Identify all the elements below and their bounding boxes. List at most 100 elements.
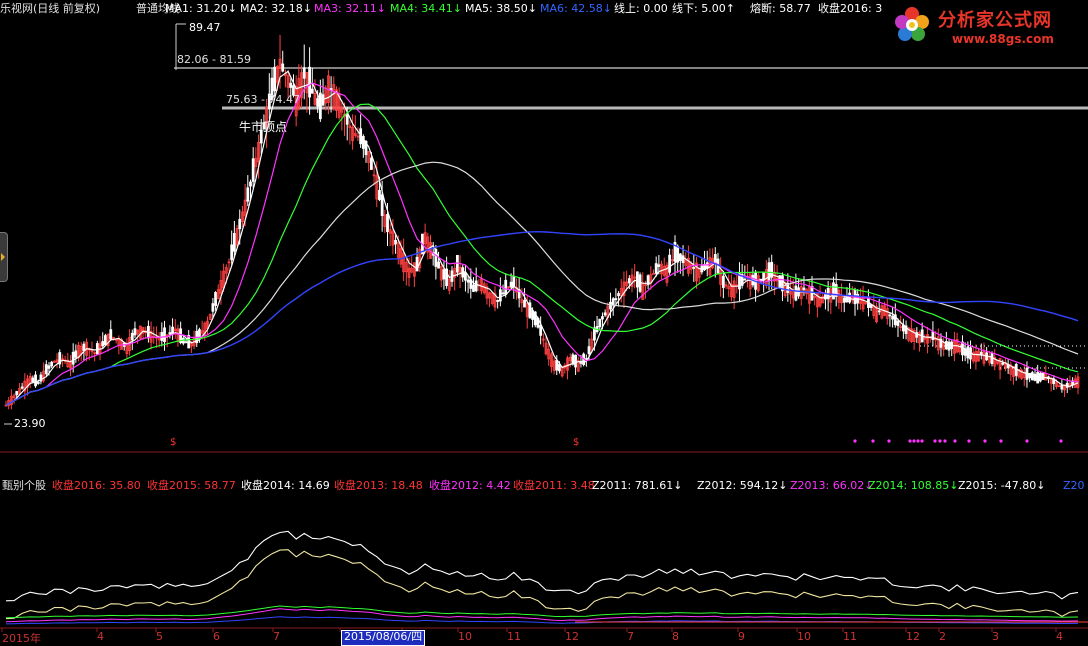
candle-body <box>464 272 467 281</box>
candle-body <box>246 187 250 202</box>
signal-dot <box>853 439 857 443</box>
header-item: MA4: 34.41↓ <box>390 2 462 15</box>
indicator-header-item: 收盘2016: 35.80 <box>52 479 141 492</box>
x-axis-tick-label: 5 <box>156 630 163 643</box>
candle-body <box>944 341 948 350</box>
indicator-header-item: 收盘2012: 4.42 <box>429 479 511 492</box>
candle-body <box>794 285 798 301</box>
candle-body <box>627 278 631 284</box>
candle-body <box>474 280 478 292</box>
signal-dot <box>938 439 942 443</box>
candle-body <box>743 278 747 281</box>
candle-body <box>1001 362 1005 365</box>
indicator-line-green <box>5 605 1079 619</box>
signal-dot <box>933 439 937 443</box>
candle-body <box>609 301 612 310</box>
candle-body <box>842 297 846 303</box>
header-item: 乐视网(日线 前复权) <box>0 2 101 15</box>
candle-body <box>963 348 967 356</box>
candle-body <box>133 328 137 336</box>
site-logo: 分析家公式网 www.88gs.com <box>886 0 1088 54</box>
candle-body <box>36 382 40 384</box>
signal-dot <box>871 439 875 443</box>
candle-body <box>163 327 166 343</box>
candle-body <box>214 292 217 306</box>
x-axis-tick-label: 8 <box>672 630 679 643</box>
ma4-line <box>5 103 1079 406</box>
indicator-header-item: Z20 <box>1063 479 1085 492</box>
candle-body <box>498 289 502 302</box>
indicator-header-item: 收盘2011: 3.48 <box>513 479 595 492</box>
candle-body <box>34 374 37 387</box>
expand-panel-tab[interactable] <box>0 232 8 282</box>
x-axis-tick-label: 2015年 <box>2 632 41 645</box>
header-item: MA3: 32.11↓ <box>314 2 386 15</box>
header-item: 线下: 5.00↑ <box>672 2 735 15</box>
ma6-line <box>5 230 1079 406</box>
price-chart-canvas[interactable] <box>0 0 1088 645</box>
candle-body <box>762 272 766 281</box>
signal-dot <box>1059 439 1063 443</box>
candle-body <box>394 239 397 245</box>
candle-body <box>345 114 349 125</box>
indicator-header-item: Z2011: 781.61↓ <box>592 479 683 492</box>
candle-body <box>47 365 51 369</box>
candle-body <box>380 194 384 216</box>
candle-body <box>378 189 381 201</box>
candle-body <box>598 318 602 328</box>
candle-body <box>442 269 446 280</box>
logo-title: 分析家公式网 <box>938 10 1052 31</box>
x-axis-tick-label: 2 <box>939 630 946 643</box>
indicator-header-item: Z2012: 594.12↓ <box>697 479 788 492</box>
candle-body <box>101 341 105 347</box>
candle-body <box>635 271 639 288</box>
candle-body <box>603 312 607 316</box>
signal-dot <box>1025 439 1029 443</box>
candle-body <box>168 332 172 335</box>
x-axis-tick-label: 10 <box>458 630 472 643</box>
indicator-header-item: 收盘2015: 58.77 <box>147 479 236 492</box>
candle-body <box>501 292 505 295</box>
candle-body <box>130 332 134 341</box>
price-range-1-label: 82.06 - 81.59 <box>177 53 251 66</box>
candle-body <box>721 275 725 288</box>
candle-body <box>472 284 475 292</box>
candle-body <box>104 335 107 346</box>
candle-body <box>877 310 881 313</box>
indicator-header-item: 收盘2013: 18.48 <box>334 479 423 492</box>
indicator-header-item: Z2014: 108.85↓ <box>868 479 959 492</box>
candle-body <box>20 386 24 389</box>
candle-body <box>310 88 314 94</box>
candle-body <box>109 329 113 340</box>
candle-body <box>386 214 389 233</box>
candle-body <box>931 331 935 340</box>
signal-dot <box>943 439 947 443</box>
indicator-header-item: 甄别个股 <box>2 479 46 492</box>
candle-body <box>437 261 440 269</box>
candle-body <box>369 157 373 170</box>
ma1-line <box>5 70 1079 406</box>
signal-dot <box>920 439 924 443</box>
signal-dot <box>912 439 916 443</box>
x-axis-tick-label: 9 <box>738 630 745 643</box>
candle-body <box>832 282 835 300</box>
candle-body <box>316 98 320 107</box>
header-item: MA5: 38.50↓ <box>465 2 537 15</box>
signal-dot <box>953 439 957 443</box>
candle-body <box>896 320 900 326</box>
candle-body <box>238 218 242 230</box>
current-date-label: 2015/08/06/四 <box>341 630 426 646</box>
candle-body <box>555 359 559 371</box>
candle-body <box>966 346 970 359</box>
x-axis-tick-label: 7 <box>273 630 280 643</box>
candle-body <box>71 351 75 365</box>
candle-body <box>95 343 99 355</box>
candle-body <box>657 264 661 267</box>
flower-logo-icon <box>895 7 929 41</box>
candle-body <box>713 254 717 264</box>
candle-body <box>31 377 35 383</box>
candle-body <box>251 158 255 182</box>
signal-dot <box>999 439 1003 443</box>
candle-body <box>802 287 806 291</box>
candle-body <box>302 67 306 79</box>
